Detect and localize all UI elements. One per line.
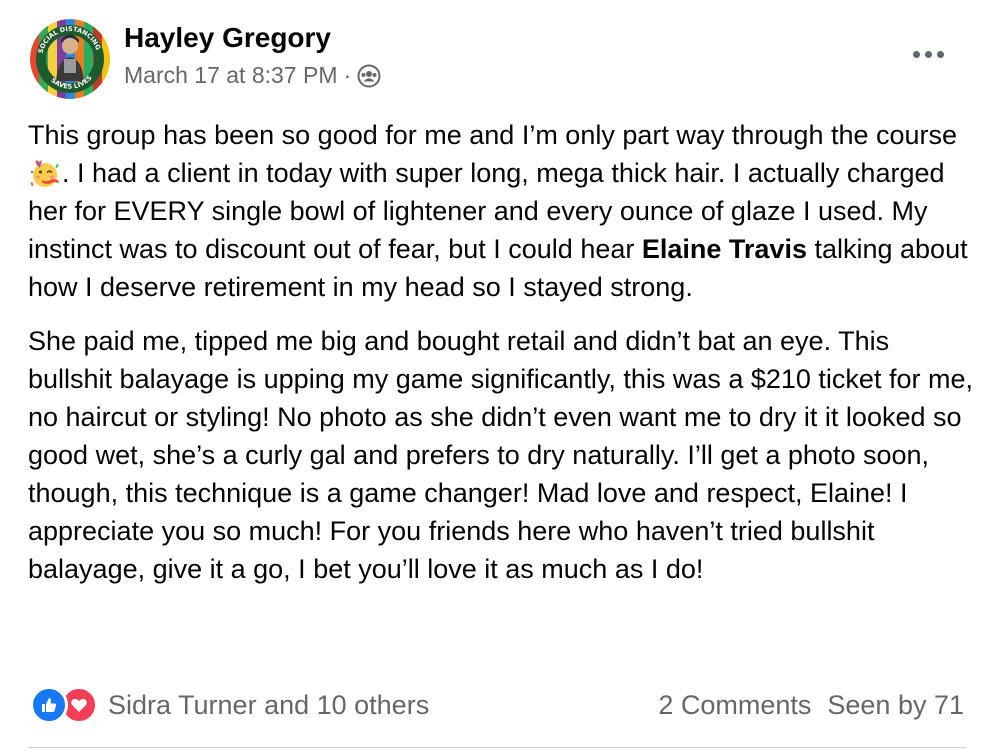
more-options-button[interactable]	[904, 38, 952, 70]
post-text: This group has been so good for me and I…	[28, 116, 978, 588]
reactions-summary-link[interactable]: Sidra Turner and 10 others	[108, 690, 429, 721]
facebook-group-post: SOCIAL DISTANCING SAVES LIVES Hayley Gre…	[0, 0, 998, 752]
more-dot-icon	[912, 50, 920, 58]
post-meta: March 17 at 8:37 PM ·	[124, 62, 381, 89]
partying-face-emoji-icon	[28, 158, 62, 188]
post-paragraph-1: This group has been so good for me and I…	[28, 116, 978, 306]
meta-separator: ·	[343, 62, 352, 88]
post-timestamp[interactable]: March 17 at 8:37 PM	[124, 62, 338, 89]
group-icon[interactable]	[357, 64, 381, 88]
post-paragraph-2: She paid me, tipped me big and bought re…	[28, 326, 973, 584]
author-name[interactable]: Hayley Gregory	[124, 22, 331, 54]
like-icon	[30, 686, 68, 724]
more-dot-icon	[924, 50, 932, 58]
post-footer: Sidra Turner and 10 others 2 Comments Se…	[30, 682, 964, 728]
comments-count-link[interactable]: 2 Comments	[658, 690, 811, 721]
post-stats: 2 Comments Seen by 71	[658, 690, 964, 721]
seen-by-link[interactable]: Seen by 71	[827, 690, 964, 721]
reaction-icons[interactable]	[30, 686, 98, 724]
avatar-image: SOCIAL DISTANCING SAVES LIVES	[30, 19, 110, 99]
paragraph-text: This group has been so good for me and I…	[28, 120, 958, 150]
more-dot-icon	[936, 50, 944, 58]
mention-link[interactable]: Elaine Travis	[642, 234, 807, 264]
footer-divider	[28, 747, 966, 748]
author-avatar[interactable]: SOCIAL DISTANCING SAVES LIVES	[30, 19, 110, 99]
